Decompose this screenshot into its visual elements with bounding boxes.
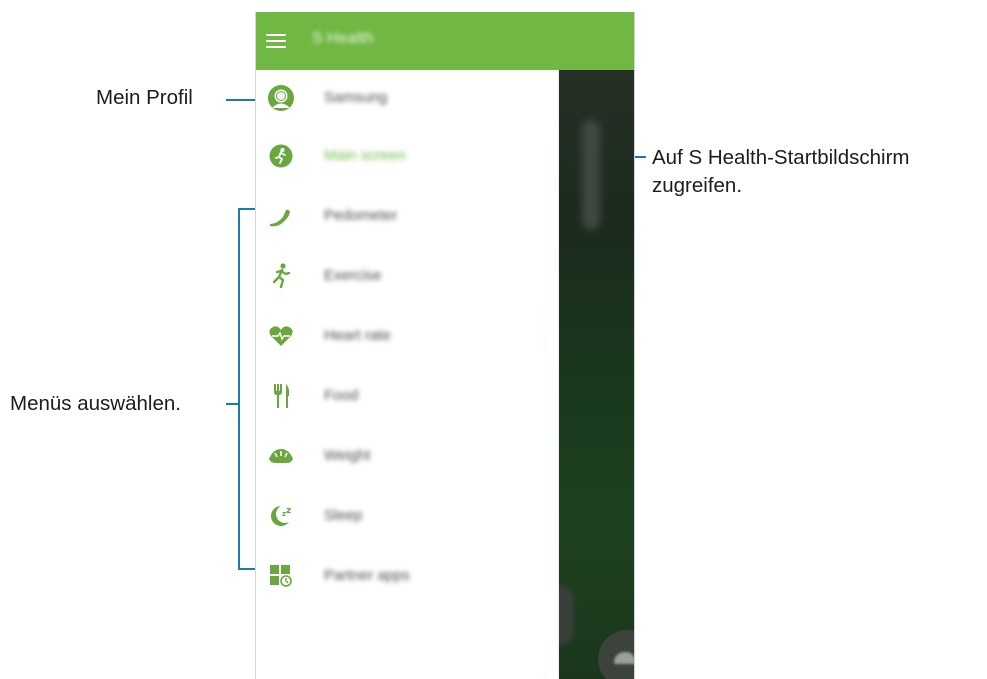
menu-item-exercise[interactable]: Exercise	[256, 248, 558, 304]
running-circle-icon	[266, 142, 296, 170]
menu-item-profile-label: Samsung	[324, 89, 388, 106]
menu-item-partner-apps-label: Partner apps	[324, 567, 410, 584]
menu-item-heart-rate-label: Heart rate	[324, 327, 391, 344]
annotation-main-screen-line1: Auf S Health-Startbildschirm	[652, 146, 910, 169]
menu-item-main-screen[interactable]: Main screen	[256, 128, 558, 184]
svg-text:z: z	[286, 506, 291, 516]
weight-shortcut-button[interactable]	[598, 630, 634, 679]
callout-bracket-menus-vertical	[238, 208, 240, 570]
app-title: S Health	[312, 30, 374, 47]
partner-grid-icon	[266, 562, 296, 590]
menu-item-partner-apps[interactable]: Partner apps	[256, 548, 558, 604]
callout-bracket-menus-stub	[226, 403, 238, 405]
menu-item-weight-label: Weight	[324, 447, 371, 464]
annotation-main-screen-line2: zugreifen.	[652, 174, 743, 197]
moon-zz-icon: z z	[266, 502, 296, 530]
fork-knife-icon	[266, 382, 296, 410]
menu-item-pedometer[interactable]: Pedometer	[256, 188, 558, 244]
annotation-profile: Mein Profil	[96, 86, 193, 109]
heart-pulse-icon	[266, 322, 296, 350]
menu-item-heart-rate[interactable]: Heart rate	[256, 308, 558, 364]
menu-item-food-label: Food	[324, 387, 359, 404]
annotation-menus: Menüs auswählen.	[10, 392, 181, 415]
menu-item-weight[interactable]: Weight	[256, 428, 558, 484]
menu-item-sleep-label: Sleep	[324, 507, 363, 524]
scale-icon	[266, 442, 296, 470]
background-photo	[544, 70, 634, 679]
app-bar: S Health	[256, 12, 634, 70]
hamburger-menu-icon[interactable]	[266, 34, 286, 48]
profile-avatar-icon	[266, 84, 296, 112]
phone-screen: S Health Samsung Main screen Pedometer E…	[255, 12, 635, 679]
menu-item-profile[interactable]: Samsung	[256, 70, 558, 126]
navigation-drawer: Samsung Main screen Pedometer Exercise H…	[256, 70, 559, 679]
menu-item-sleep[interactable]: z z Sleep	[256, 488, 558, 544]
menu-item-main-screen-label: Main screen	[324, 147, 406, 164]
shoe-icon	[266, 202, 296, 230]
menu-item-food[interactable]: Food	[256, 368, 558, 424]
runner-icon	[266, 262, 296, 290]
menu-item-exercise-label: Exercise	[324, 267, 382, 284]
menu-item-pedometer-label: Pedometer	[324, 207, 398, 224]
